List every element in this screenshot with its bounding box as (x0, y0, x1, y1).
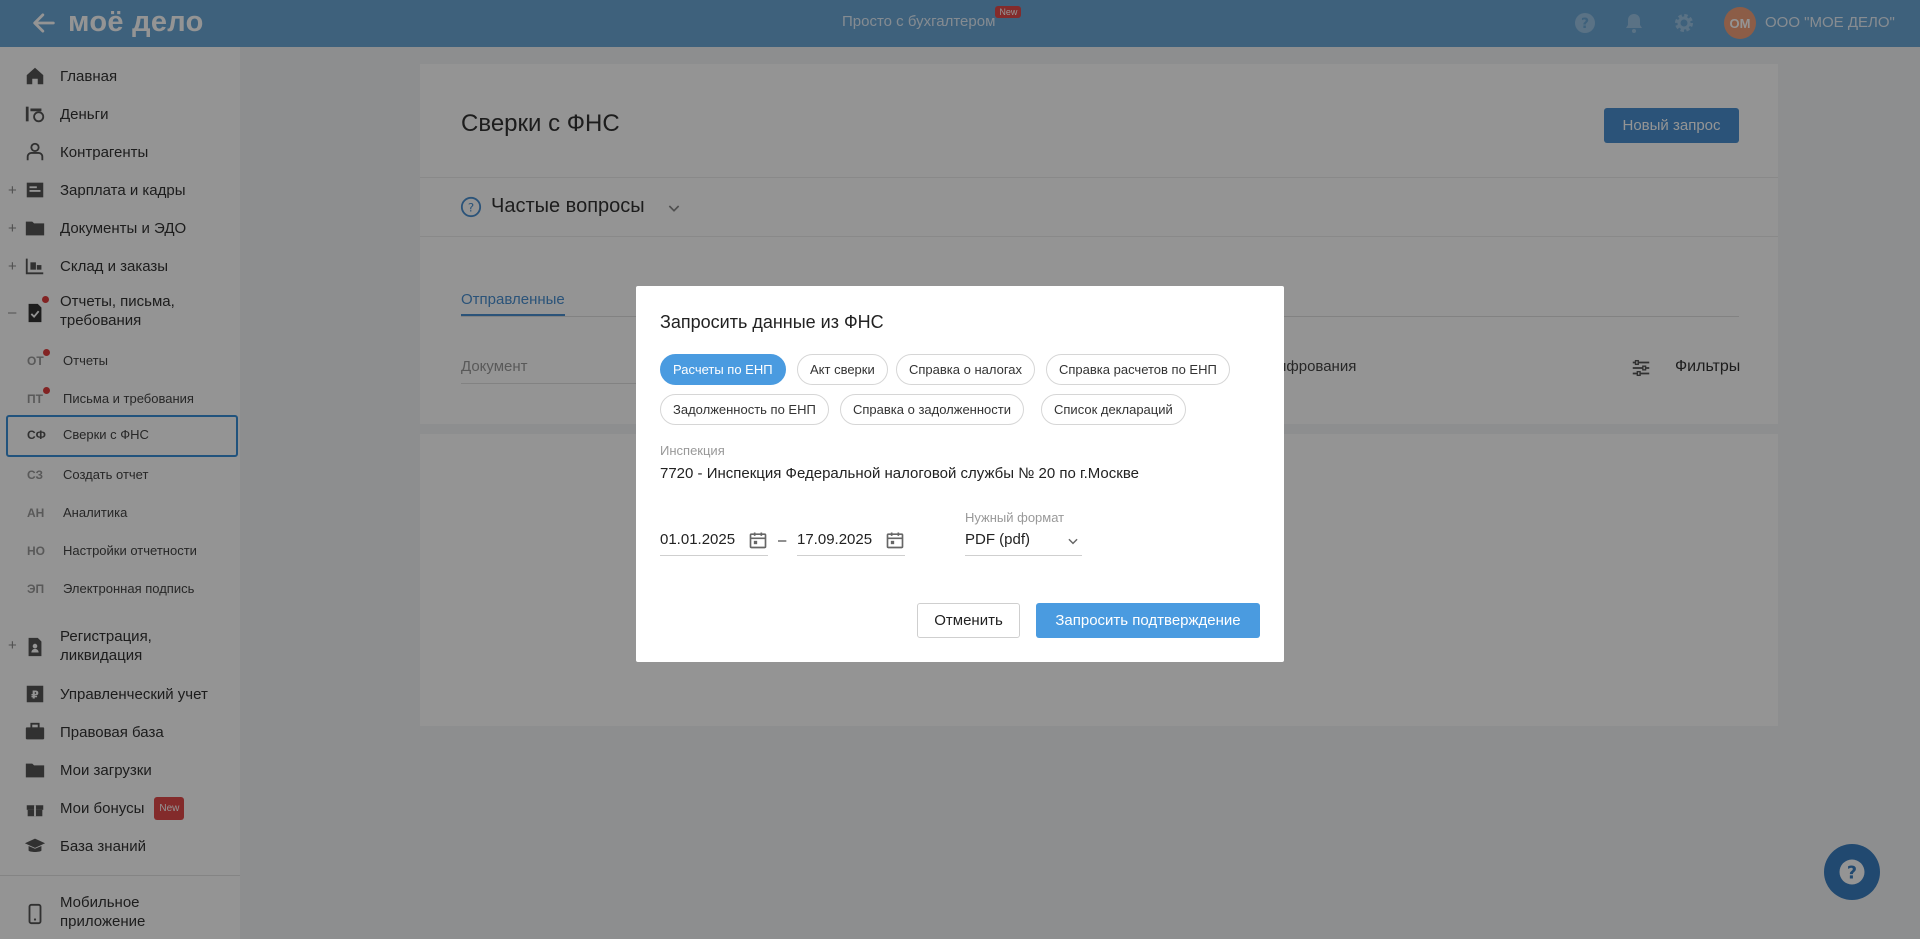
chip-reconciliation-act[interactable]: Акт сверки (797, 354, 888, 385)
chip-declarations-list[interactable]: Список деклараций (1041, 394, 1186, 425)
format-select[interactable]: PDF (pdf) (965, 526, 1082, 556)
date-to-field[interactable]: 17.09.2025 (797, 526, 905, 556)
chip-tax-certificate[interactable]: Справка о налогах (896, 354, 1036, 385)
chip-debt-certificate[interactable]: Справка о задолженности (840, 394, 1024, 425)
date-from-field[interactable]: 01.01.2025 (660, 526, 768, 556)
calendar-icon[interactable] (748, 530, 768, 550)
calendar-icon[interactable] (885, 530, 905, 550)
format-label: Нужный формат (965, 510, 1065, 525)
request-confirmation-button[interactable]: Запросить подтверждение (1036, 603, 1260, 638)
request-fns-data-modal: Запросить данные из ФНС Расчеты по ЕНП А… (636, 286, 1284, 662)
inspection-label: Инспекция (660, 443, 725, 458)
date-from-value[interactable]: 01.01.2025 (660, 531, 735, 548)
modal-title: Запросить данные из ФНС (660, 312, 884, 332)
chip-enp-calculations-certificate[interactable]: Справка расчетов по ЕНП (1046, 354, 1230, 385)
date-to-value[interactable]: 17.09.2025 (797, 531, 872, 548)
chip-enp-calculations[interactable]: Расчеты по ЕНП (660, 354, 786, 385)
chevron-down-icon[interactable] (1066, 534, 1080, 548)
format-value[interactable]: PDF (pdf) (965, 531, 1030, 548)
date-range-dash: – (778, 532, 787, 549)
inspection-value: 7720 - Инспекция Федеральной налоговой с… (660, 465, 1139, 482)
chip-enp-debt[interactable]: Задолженность по ЕНП (660, 394, 829, 425)
cancel-button[interactable]: Отменить (917, 603, 1020, 638)
